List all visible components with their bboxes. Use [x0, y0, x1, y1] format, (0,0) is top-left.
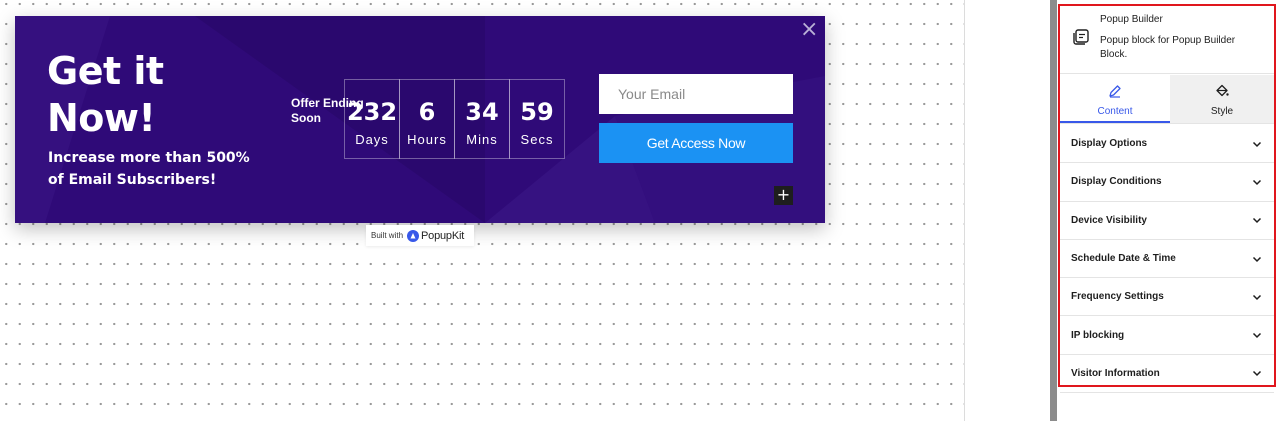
countdown-unit: Mins — [466, 132, 498, 147]
chevron-down-icon — [1252, 141, 1262, 147]
get-access-button[interactable]: Get Access Now — [599, 123, 793, 163]
countdown-hours: 6 Hours — [399, 79, 455, 159]
panel-title: IP blocking — [1071, 329, 1125, 341]
settings-panels: Display Options Display Conditions Devic… — [1060, 125, 1274, 394]
canvas-gutter — [965, 0, 1050, 421]
tab-label: Content — [1097, 106, 1133, 117]
tab-style[interactable]: Style — [1170, 75, 1274, 123]
panel-display-conditions[interactable]: Display Conditions — [1060, 163, 1274, 202]
sidebar-resize-handle[interactable] — [1050, 0, 1057, 421]
panel-title: Device Visibility — [1071, 214, 1147, 226]
countdown-unit: Days — [355, 132, 389, 147]
panel-title: Display Options — [1071, 138, 1148, 150]
panel-title: Schedule Date & Time — [1071, 253, 1176, 265]
popup-preview[interactable]: × Get it Now! Increase more than 500% of… — [15, 16, 825, 223]
popup-subheadline: Increase more than 500% of Email Subscri… — [48, 150, 250, 188]
panel-frequency-settings[interactable]: Frequency Settings — [1060, 278, 1274, 317]
chevron-down-icon — [1252, 333, 1262, 339]
panel-visitor-information[interactable]: Visitor Information — [1060, 355, 1274, 394]
block-card: Popup Builder Popup block for Popup Buil… — [1060, 6, 1274, 74]
panel-ip-blocking[interactable]: IP blocking — [1060, 316, 1274, 355]
countdown-value: 6 — [418, 98, 436, 126]
panel-title: Visitor Information — [1071, 367, 1160, 379]
pencil-icon — [1109, 85, 1121, 98]
countdown-secs: 59 Secs — [509, 79, 565, 159]
panel-title: Display Conditions — [1071, 176, 1162, 188]
countdown-mins: 34 Mins — [454, 79, 510, 159]
panel-display-options[interactable]: Display Options — [1060, 125, 1274, 164]
block-title: Popup Builder — [1100, 14, 1163, 25]
block-description: Popup block for Popup Builder Block. — [1100, 35, 1236, 60]
tab-label: Style — [1210, 106, 1234, 117]
countdown-unit: Hours — [407, 132, 447, 147]
plus-icon[interactable]: + — [774, 186, 793, 205]
built-with-brand: PopupKit — [421, 229, 465, 242]
popup-headline: Get it Now! — [47, 49, 164, 140]
chevron-down-icon — [1252, 294, 1262, 300]
built-with-badge[interactable]: Built with PopupKit — [366, 225, 474, 246]
built-with-prefix: Built with — [371, 231, 404, 240]
panel-schedule-date-time[interactable]: Schedule Date & Time — [1060, 240, 1274, 279]
countdown-value: 34 — [465, 98, 499, 126]
email-input[interactable] — [599, 74, 793, 114]
chevron-down-icon — [1252, 371, 1262, 377]
popup-block-icon — [1073, 29, 1089, 45]
chevron-down-icon — [1252, 179, 1262, 185]
countdown-value: 232 — [346, 98, 398, 126]
countdown-timer: 232 Days 6 Hours 34 Mins 59 Secs — [344, 79, 565, 159]
panel-device-visibility[interactable]: Device Visibility — [1060, 202, 1274, 240]
popupkit-logo-icon — [407, 229, 420, 242]
countdown-days: 232 Days — [344, 79, 400, 159]
paint-bucket-icon — [1216, 84, 1229, 97]
panel-title: Frequency Settings — [1071, 291, 1164, 303]
chevron-down-icon — [1252, 256, 1262, 262]
inspector-tabs: Content Style — [1060, 75, 1274, 124]
countdown-unit: Secs — [520, 132, 554, 147]
editor-screen: × Get it Now! Increase more than 500% of… — [0, 0, 1277, 421]
tab-content[interactable]: Content — [1060, 75, 1170, 123]
chevron-down-icon — [1252, 218, 1262, 224]
close-icon[interactable]: × — [800, 19, 818, 41]
countdown-value: 59 — [520, 98, 554, 126]
